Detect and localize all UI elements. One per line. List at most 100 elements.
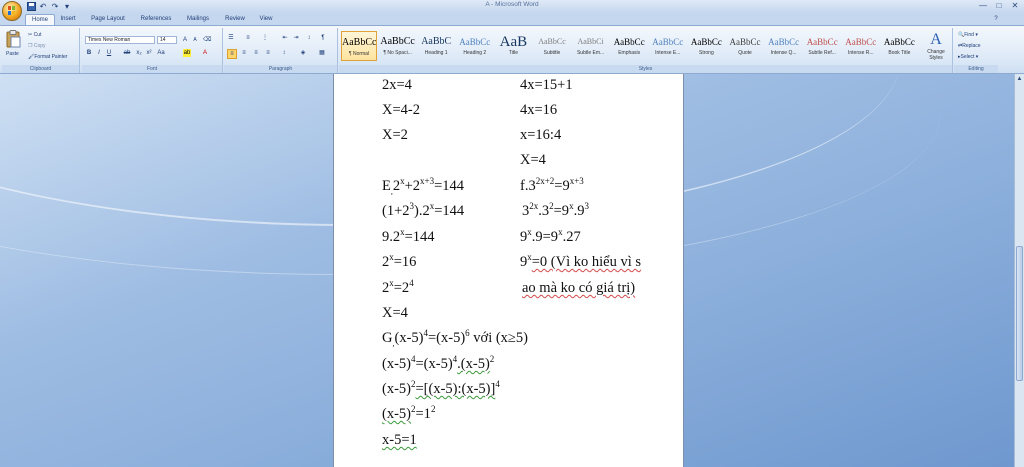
superscript-icon[interactable]: x² (145, 49, 153, 57)
copy-button[interactable]: ❐ Copy (28, 43, 46, 49)
font-group-label: Font (82, 65, 222, 73)
strikethrough-icon[interactable]: ab (123, 49, 131, 57)
style-name: Book Title (888, 50, 911, 56)
increase-indent-icon[interactable]: ⇥ (292, 34, 300, 42)
scroll-up-icon[interactable]: ▲ (1015, 75, 1024, 84)
shrink-font-icon[interactable]: A (191, 36, 199, 44)
borders-icon[interactable]: ▦ (318, 49, 326, 57)
paragraph-group: ☰ ≡ ⋮ ⇤ ⇥ ↕ ¶ ≡ ≡ ≡ ≡ ↕ ◈ ▦ Paragraph (224, 28, 338, 73)
document-workspace: 2x=4 4x=15+1 X=4-2 4x=16 X=2 x=16:4 X=4 … (0, 74, 1014, 467)
subscript-icon[interactable]: x₂ (135, 49, 143, 57)
style-name: Heading 1 (424, 50, 448, 56)
tab-review[interactable]: Review (221, 14, 249, 25)
justify-icon[interactable]: ≡ (264, 49, 272, 57)
style-normal[interactable]: AaBbCc ¶ Normal (341, 31, 377, 61)
style-name: Strong (699, 50, 714, 56)
style-name: ¶ Normal (348, 51, 370, 57)
title-bar: ↶ ↷ ▾ A - Microsoft Word — □ ✕ (0, 0, 1024, 21)
line-x-minus-5-squared-eq-1: (x-5)2=12 (382, 404, 436, 423)
align-left-icon[interactable]: ≡ (227, 49, 237, 59)
document-page[interactable]: 2x=4 4x=15+1 X=4-2 4x=16 X=2 x=16:4 X=4 … (333, 74, 684, 467)
paragraph-group-label: Paragraph (224, 65, 337, 73)
align-center-icon[interactable]: ≡ (240, 49, 248, 57)
style-strong[interactable]: AaBbCc Strong (688, 31, 724, 61)
font-name-dropdown[interactable]: Times New Roman (85, 36, 155, 44)
style-name: Emphasis (618, 50, 641, 56)
underline-icon[interactable]: U (105, 49, 113, 57)
tab-references[interactable]: References (137, 14, 175, 25)
style-sample: AaBbCc (690, 37, 722, 47)
italic-icon[interactable]: I (95, 49, 103, 57)
paste-icon (6, 30, 21, 48)
multilevel-list-icon[interactable]: ⋮ (261, 34, 269, 42)
line-9x-9-eq-9x-27: 9x.9=9x.27 (520, 227, 581, 246)
scroll-thumb[interactable] (1016, 246, 1023, 381)
cut-button[interactable]: ✂ Cut (28, 32, 41, 38)
styles-group-label: Styles (339, 65, 952, 73)
style-heading-2[interactable]: AaBbCc Heading 2 (457, 31, 493, 61)
show-formatting-icon[interactable]: ¶ (319, 34, 327, 42)
close-button[interactable]: ✕ (1010, 1, 1020, 11)
style-name: Title (508, 50, 519, 56)
change-styles-button[interactable]: A Change Styles (923, 31, 949, 63)
style-subtle-ref[interactable]: AaBbCc Subtle Ref... (804, 31, 840, 61)
line-2x-eq-4: 2x=4 (382, 77, 412, 93)
style-intense-q[interactable]: AaBbCc Intense Q... (766, 31, 802, 61)
ribbon-tabs: Home Insert Page Layout References Maili… (0, 13, 1024, 26)
decrease-indent-icon[interactable]: ⇤ (281, 34, 289, 42)
style-intense-r[interactable]: AaBbCc Intense R... (843, 31, 879, 61)
find-button[interactable]: 🔍Find ▾ (958, 32, 978, 38)
styles-group: AaBbCc ¶ Normal AaBbCc ¶ No Spaci... AaBbC He… (339, 28, 953, 73)
line-3-2x-times-3-2: 32x.32=9x.93 (522, 201, 589, 220)
line-exercise-f: f.32x+2=9x+3 (520, 176, 584, 195)
style-name: Intense R... (848, 50, 874, 56)
bold-icon[interactable]: B (85, 49, 93, 57)
replace-button[interactable]: ⇄Replace (958, 43, 981, 49)
sort-icon[interactable]: ↕ (305, 34, 313, 42)
office-button[interactable] (2, 1, 22, 21)
paste-button[interactable]: Paste (5, 30, 23, 60)
grow-font-icon[interactable]: A (181, 36, 189, 44)
style-title[interactable]: AaB Title (495, 31, 531, 61)
align-right-icon[interactable]: ≡ (252, 49, 260, 57)
line-x-eq-4: X=4 (520, 152, 546, 168)
shading-icon[interactable]: ◈ (299, 49, 307, 57)
vertical-scrollbar[interactable]: ▲ (1014, 74, 1024, 467)
clear-formatting-icon[interactable]: ⌫ (203, 36, 211, 44)
maximize-button[interactable]: □ (994, 1, 1004, 11)
format-painter-button[interactable]: 🖌Format Painter (28, 54, 67, 60)
line-1-plus-2-cubed: (1+23).2x=144 (382, 201, 465, 220)
style-quote[interactable]: AaBbCc Quote (727, 31, 763, 61)
tab-view[interactable]: View (254, 14, 278, 25)
tab-mailings[interactable]: Mailings (182, 14, 214, 25)
change-styles-icon: A (930, 31, 942, 48)
style-sample: AaBbCc (845, 37, 877, 47)
select-button[interactable]: ▸Select ▾ (958, 54, 978, 60)
change-case-icon[interactable]: Aa (157, 49, 165, 57)
clipboard-group-label: Clipboard (2, 65, 79, 73)
style-intense-e[interactable]: AaBbCc Intense E... (650, 31, 686, 61)
line-9x-eq-0-note: 9x=0 (Vì ko hiểu vì s (520, 252, 642, 271)
line-9-2x-eq-144: 9.2x=144 (382, 227, 435, 246)
style-subtle-em[interactable]: AaBbCi Subtle Em... (573, 31, 609, 61)
line-note-continued: ao mà ko có giá trị) (522, 280, 636, 296)
style-sample: AaBbCc (380, 36, 415, 47)
bullets-icon[interactable]: ☰ (227, 34, 235, 42)
tab-page-layout[interactable]: Page Layout (88, 14, 128, 25)
style-heading-1[interactable]: AaBbC Heading 1 (418, 31, 454, 61)
style-sample: AaB (499, 34, 528, 50)
font-size-dropdown[interactable]: 14 (157, 36, 177, 44)
style-emphasis[interactable]: AaBbCc Emphasis (611, 31, 647, 61)
highlight-icon[interactable]: ab (183, 49, 191, 57)
numbering-icon[interactable]: ≡ (244, 34, 252, 42)
style-no-spaci[interactable]: AaBbCc ¶ No Spaci... (380, 31, 416, 61)
style-subtitle[interactable]: AaBbCc Subtitle (534, 31, 570, 61)
editing-group-label: Editing (954, 65, 998, 73)
line-x-eq-16-div-4: x=16:4 (520, 127, 562, 143)
help-icon[interactable]: ? (990, 14, 1002, 25)
line-spacing-icon[interactable]: ↕ (280, 49, 288, 57)
style-book-title[interactable]: AaBbCc Book Title (881, 31, 917, 61)
font-color-icon[interactable]: A (201, 49, 209, 57)
minimize-button[interactable]: — (978, 1, 988, 11)
tab-insert[interactable]: Insert (57, 14, 79, 25)
